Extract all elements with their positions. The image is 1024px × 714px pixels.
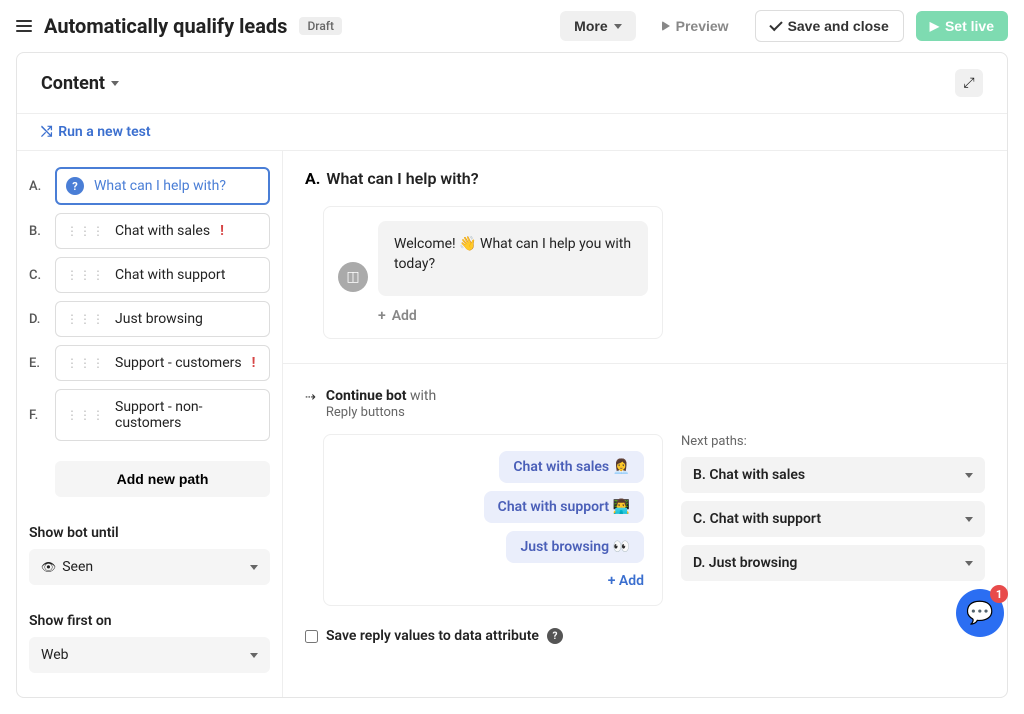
path-letter: D. bbox=[29, 312, 45, 327]
eye-icon bbox=[41, 559, 62, 575]
chevron-down-icon bbox=[965, 561, 973, 566]
chat-launcher[interactable]: 💬 1 bbox=[956, 589, 1004, 637]
path-label: Support - non-customers bbox=[115, 399, 259, 431]
path-letter: E. bbox=[29, 356, 45, 371]
add-message-label: Add bbox=[392, 308, 417, 324]
path-letter: B. bbox=[29, 224, 45, 239]
path-label: Just browsing bbox=[115, 311, 203, 327]
status-badge: Draft bbox=[299, 17, 342, 35]
chat-badge: 1 bbox=[990, 585, 1008, 603]
path-letter: A. bbox=[29, 179, 45, 194]
preview-label: Preview bbox=[676, 18, 729, 34]
drag-icon[interactable]: ⋮⋮⋮ bbox=[66, 224, 105, 238]
plus-icon: + bbox=[608, 573, 616, 589]
continue-with: with bbox=[410, 388, 436, 404]
path-label: Chat with sales bbox=[115, 223, 210, 239]
reply-chip[interactable]: Chat with support 👨‍💻 bbox=[484, 491, 644, 523]
add-reply-label: Add bbox=[619, 573, 644, 589]
set-live-button[interactable]: ▶ Set live bbox=[916, 11, 1008, 41]
warning-icon: ! bbox=[252, 355, 256, 371]
run-test-label: Run a new test bbox=[58, 124, 150, 140]
drag-icon[interactable]: ⋮⋮⋮ bbox=[66, 268, 105, 282]
question-icon: ? bbox=[66, 177, 84, 195]
shuffle-icon: ⤭ bbox=[41, 124, 52, 140]
next-path-label: D. Just browsing bbox=[693, 555, 797, 571]
path-item-b[interactable]: ⋮⋮⋮ Chat with sales ! bbox=[55, 213, 270, 249]
path-item-e[interactable]: ⋮⋮⋮ Support - customers ! bbox=[55, 345, 270, 381]
chevron-down-icon bbox=[614, 24, 622, 29]
show-first-value: Web bbox=[41, 647, 69, 663]
save-reply-label: Save reply values to data attribute bbox=[326, 628, 539, 644]
next-path-select[interactable]: B. Chat with sales bbox=[681, 457, 985, 493]
bot-message-bubble[interactable]: Welcome! 👋 What can I help you with toda… bbox=[378, 221, 648, 296]
chat-icon: 💬 bbox=[966, 601, 993, 626]
drag-icon[interactable]: ⋮⋮⋮ bbox=[66, 312, 105, 326]
warning-icon: ! bbox=[220, 223, 224, 239]
path-letter: F. bbox=[29, 408, 45, 423]
show-first-label: Show first on bbox=[29, 613, 270, 629]
bot-message-card: ◫ Welcome! 👋 What can I help you with to… bbox=[323, 206, 663, 339]
more-button[interactable]: More bbox=[560, 11, 635, 41]
save-reply-checkbox[interactable] bbox=[305, 630, 318, 643]
reply-buttons-card: Chat with sales 👩‍💼 Chat with support 👨‍💻… bbox=[323, 434, 663, 606]
content-title-text: Content bbox=[41, 73, 105, 94]
show-until-select[interactable]: Seen bbox=[29, 549, 270, 585]
play-circle-icon: ▶ bbox=[930, 19, 939, 33]
drag-icon[interactable]: ⋮⋮⋮ bbox=[66, 356, 105, 370]
next-path-select[interactable]: C. Chat with support bbox=[681, 501, 985, 537]
continue-bot-row: ⇢ Continue bot with Reply buttons bbox=[305, 388, 985, 420]
next-path-label: C. Chat with support bbox=[693, 511, 821, 527]
arrow-right-icon: ⇢ bbox=[305, 390, 316, 420]
path-item-d[interactable]: ⋮⋮⋮ Just browsing bbox=[55, 301, 270, 337]
save-close-button[interactable]: Save and close bbox=[755, 10, 904, 42]
menu-icon[interactable] bbox=[16, 20, 32, 32]
add-reply-button[interactable]: + Add bbox=[342, 573, 644, 589]
path-item-f[interactable]: ⋮⋮⋮ Support - non-customers bbox=[55, 389, 270, 441]
play-icon bbox=[662, 21, 670, 31]
preview-button[interactable]: Preview bbox=[648, 11, 743, 41]
path-item-c[interactable]: ⋮⋮⋮ Chat with support bbox=[55, 257, 270, 293]
chevron-down-icon bbox=[965, 517, 973, 522]
path-letter: C. bbox=[29, 268, 45, 283]
detail-title-text: What can I help with? bbox=[326, 169, 478, 188]
content-section-title[interactable]: Content bbox=[41, 73, 119, 94]
divider bbox=[283, 363, 1007, 364]
continue-bold: Continue bot bbox=[326, 388, 407, 404]
next-path-select[interactable]: D. Just browsing bbox=[681, 545, 985, 581]
path-label: Support - customers bbox=[115, 355, 242, 371]
reply-chip[interactable]: Chat with sales 👩‍💼 bbox=[499, 451, 644, 483]
check-icon bbox=[769, 17, 782, 30]
run-test-link[interactable]: ⤭ Run a new test bbox=[41, 124, 151, 140]
show-until-label: Show bot until bbox=[29, 525, 270, 541]
detail-title: A. What can I help with? bbox=[305, 169, 985, 188]
path-item-a[interactable]: ? What can I help with? bbox=[55, 167, 270, 205]
next-paths-label: Next paths: bbox=[681, 434, 985, 449]
save-close-label: Save and close bbox=[788, 18, 889, 34]
page-title: Automatically qualify leads bbox=[44, 14, 287, 38]
help-icon[interactable]: ? bbox=[547, 628, 563, 644]
show-first-select[interactable]: Web bbox=[29, 637, 270, 673]
show-until-value: Seen bbox=[62, 559, 93, 575]
set-live-label: Set live bbox=[945, 18, 994, 34]
path-label: Chat with support bbox=[115, 267, 226, 283]
expand-button[interactable]: ⤢ bbox=[955, 69, 983, 97]
add-message-button[interactable]: + Add bbox=[378, 308, 417, 324]
detail-letter: A. bbox=[305, 169, 320, 188]
bot-avatar-icon: ◫ bbox=[338, 262, 368, 292]
chevron-down-icon bbox=[111, 81, 119, 86]
next-path-label: B. Chat with sales bbox=[693, 467, 805, 483]
plus-icon: + bbox=[378, 308, 386, 324]
path-label: What can I help with? bbox=[94, 178, 226, 194]
more-label: More bbox=[574, 18, 607, 34]
continue-subtitle: Reply buttons bbox=[326, 405, 405, 420]
add-path-button[interactable]: Add new path bbox=[55, 461, 270, 497]
drag-icon[interactable]: ⋮⋮⋮ bbox=[66, 408, 105, 422]
reply-chip[interactable]: Just browsing 👀 bbox=[506, 531, 644, 563]
chevron-down-icon bbox=[965, 473, 973, 478]
chevron-down-icon bbox=[250, 565, 258, 570]
